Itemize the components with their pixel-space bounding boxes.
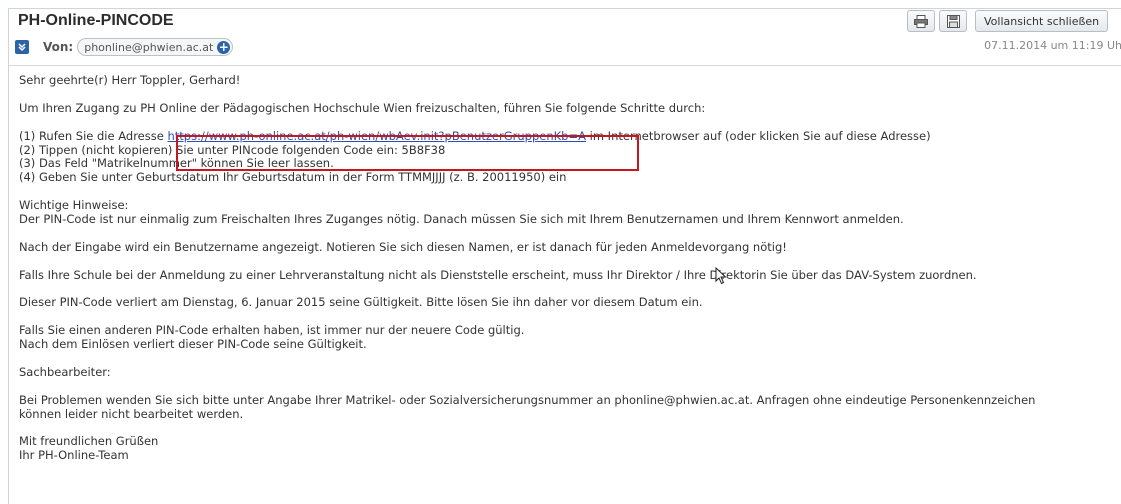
step4-text: (4) Geben Sie unter Geburtsdatum Ihr Geb…: [19, 170, 567, 185]
email-subject: PH-Online-PINCODE: [18, 12, 174, 29]
hint-4: Dieser PIN-Code verliert am Dienstag, 6.…: [19, 295, 703, 310]
mouse-cursor-icon: [715, 267, 727, 285]
email-date: 07.11.2014 um 11:19 Uh: [984, 39, 1121, 52]
closing: Mit freundlichen Grüßen Ihr PH-Online-Te…: [19, 434, 1119, 463]
hint-3: Falls Ihre Schule bei der Anmeldung zu e…: [19, 267, 977, 282]
hint-5a: Falls Sie einen anderen PIN-Code erhalte…: [19, 323, 525, 338]
mail-icon[interactable]: [15, 40, 29, 54]
hints-title: Wichtige Hinweise:: [19, 198, 129, 213]
link-highlight-box: [176, 135, 639, 171]
sender-address[interactable]: phonline@phwien.ac.at: [84, 41, 213, 54]
hint-5: Falls Sie einen anderen PIN-Code erhalte…: [19, 323, 1119, 352]
closing-line-1: Mit freundlichen Grüßen: [19, 434, 159, 449]
clerk-label: Sachbearbeiter:: [19, 364, 111, 379]
close-fullview-button[interactable]: Vollansicht schließen: [975, 10, 1109, 32]
print-icon: [914, 14, 928, 28]
hint-2: Nach der Eingabe wird ein Benutzername a…: [19, 239, 787, 254]
email-view: PH-Online-PINCODE Von: phonline@phwien.a…: [8, 8, 1121, 504]
step1-text-before: (1) Rufen Sie die Adresse: [19, 128, 168, 143]
hint-5b: Nach dem Einlösen verliert dieser PIN-Co…: [19, 337, 367, 352]
save-button[interactable]: [939, 10, 967, 32]
message-toolbar: Vollansicht schließen: [907, 10, 1109, 32]
intro-text: Um Ihren Zugang zu PH Online der Pädagog…: [19, 100, 706, 115]
save-icon: [946, 14, 960, 28]
hint-1: Der PIN-Code ist nur einmalig zum Freisc…: [19, 212, 904, 227]
sender-address-pill[interactable]: phonline@phwien.ac.at +: [77, 38, 234, 56]
add-contact-icon[interactable]: +: [217, 40, 231, 54]
sender-row: Von: phonline@phwien.ac.at +: [15, 38, 234, 56]
greeting: Sehr geehrte(r) Herr Toppler, Gerhard!: [19, 73, 241, 87]
problems-line-2: können leider nicht bearbeitet werden.: [19, 406, 244, 421]
from-label: Von:: [43, 40, 74, 54]
closing-line-2: Ihr PH-Online-Team: [19, 448, 129, 463]
problems-text: Bei Problemen wenden Sie sich bitte unte…: [19, 392, 1119, 422]
header-divider: [9, 65, 1121, 66]
hints-block: Wichtige Hinweise: Der PIN-Code ist nur …: [19, 198, 1119, 227]
print-button[interactable]: [907, 10, 935, 32]
problems-line-1: Bei Problemen wenden Sie sich bitte unte…: [19, 392, 1036, 407]
